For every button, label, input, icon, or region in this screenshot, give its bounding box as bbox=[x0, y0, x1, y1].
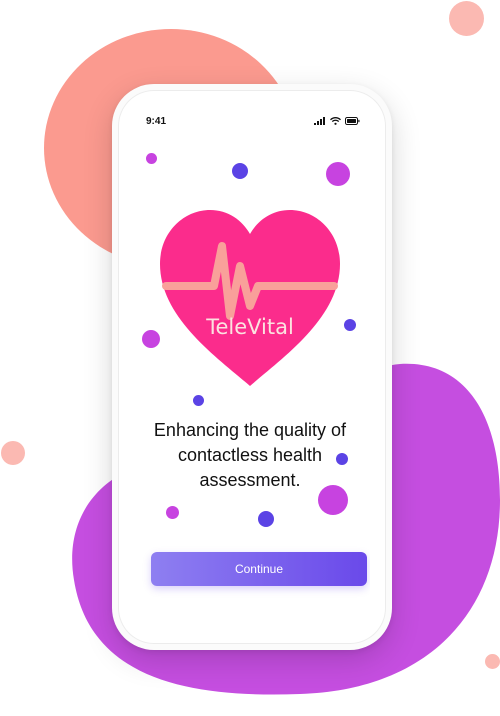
tagline-line-2: contactless health bbox=[177, 445, 323, 465]
battery-icon bbox=[345, 117, 360, 125]
decorative-bubble bbox=[326, 162, 350, 186]
status-icons bbox=[314, 117, 360, 125]
app-screen: TeleVital Enhancing the quality of conta… bbox=[130, 136, 370, 624]
decorative-bubble bbox=[258, 511, 274, 527]
continue-button[interactable]: Continue bbox=[151, 552, 367, 586]
status-time: 9:41 bbox=[146, 115, 167, 127]
decorative-bubble bbox=[232, 163, 248, 179]
app-name: TeleVital bbox=[205, 315, 294, 339]
status-bar: 9:41 bbox=[146, 114, 360, 128]
televital-heart-logo: TeleVital bbox=[160, 210, 340, 386]
wifi-icon bbox=[330, 117, 341, 125]
decorative-bubble bbox=[193, 395, 204, 406]
decorative-bubble bbox=[146, 153, 157, 164]
decorative-dot bbox=[449, 1, 484, 36]
tagline-line-1: Enhancing the quality of bbox=[153, 420, 347, 440]
decorative-bubble bbox=[344, 319, 356, 331]
cellular-signal-icon bbox=[314, 117, 325, 125]
decorative-bubble bbox=[166, 506, 179, 519]
decorative-dot bbox=[485, 654, 500, 669]
decorative-dot bbox=[1, 441, 25, 465]
phone-mockup: 9:41 TeleVital Enhancing the quality of … bbox=[112, 84, 392, 650]
tagline-line-3: assessment. bbox=[199, 470, 301, 490]
